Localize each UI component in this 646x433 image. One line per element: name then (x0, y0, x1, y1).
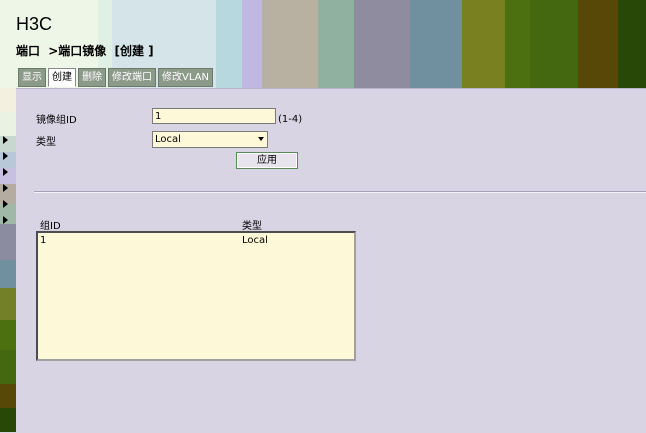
brand-logo: H3C (16, 14, 53, 34)
color-stripe (262, 0, 318, 88)
nav-expand-arrow-icon[interactable] (3, 200, 8, 208)
nav-expand-arrow-icon[interactable] (3, 168, 8, 176)
color-stripe (216, 0, 242, 88)
color-stripe (410, 0, 462, 88)
list-item-id: 1 (40, 235, 47, 246)
tab-modify-vlan[interactable]: 修改VLAN (158, 68, 213, 87)
apply-button[interactable]: 应用 (236, 152, 298, 169)
content-panel: 镜像组ID (1-4) 类型 Local 应用 组ID 类型 1 Local (16, 88, 646, 433)
color-stripe (242, 0, 262, 88)
type-select-value: Local (155, 134, 181, 145)
list-item[interactable]: 1 Local (38, 233, 354, 247)
tab-modify-port[interactable]: 修改端口 (108, 68, 156, 87)
color-stripe (505, 0, 530, 88)
list-header-type: 类型 (242, 221, 262, 232)
tab-bar: 显示 创建 删除 修改端口 修改VLAN (18, 68, 213, 87)
nav-expand-arrow-icon[interactable] (3, 152, 8, 160)
header-banner: H3C 端口 >端口镜像 [创建 ] 显示 创建 删除 修改端口 修改VLAN (0, 0, 646, 88)
nav-segment (0, 408, 16, 432)
color-stripe (578, 0, 618, 88)
breadcrumb-mirror: >端口镜像 (48, 44, 107, 58)
nav-segment (0, 112, 16, 136)
color-stripe (462, 0, 505, 88)
mirror-group-list[interactable]: 1 Local (36, 231, 356, 361)
nav-segment (0, 88, 16, 112)
nav-expand-arrow-icon[interactable] (3, 136, 8, 144)
nav-segment (0, 384, 16, 408)
nav-segment (0, 288, 16, 320)
breadcrumb-port: 端口 (16, 44, 41, 58)
tab-create[interactable]: 创建 (48, 68, 76, 87)
nav-segment (0, 260, 16, 288)
mirror-group-id-label: 镜像组ID (36, 115, 77, 126)
type-select[interactable]: Local (152, 131, 268, 148)
type-label: 类型 (36, 137, 56, 148)
breadcrumb-create: [创建 ] (114, 44, 154, 58)
nav-expand-arrow-icon[interactable] (3, 216, 8, 224)
list-item-type: Local (242, 235, 268, 246)
tab-display[interactable]: 显示 (18, 68, 46, 87)
section-divider (34, 191, 646, 193)
nav-segment (0, 350, 16, 384)
nav-segment (0, 224, 16, 260)
chevron-down-icon (258, 137, 264, 141)
color-stripe (318, 0, 354, 88)
nav-segment (0, 320, 16, 350)
color-stripe (618, 0, 646, 88)
color-stripe (530, 0, 578, 88)
color-stripe (354, 0, 410, 88)
breadcrumb: 端口 >端口镜像 [创建 ] (16, 42, 158, 59)
mirror-group-id-input[interactable] (152, 108, 276, 124)
id-range-hint: (1-4) (278, 114, 303, 125)
left-nav-strip (0, 88, 16, 432)
list-header-group-id: 组ID (40, 221, 61, 232)
tab-delete[interactable]: 删除 (78, 68, 106, 87)
nav-expand-arrow-icon[interactable] (3, 184, 8, 192)
